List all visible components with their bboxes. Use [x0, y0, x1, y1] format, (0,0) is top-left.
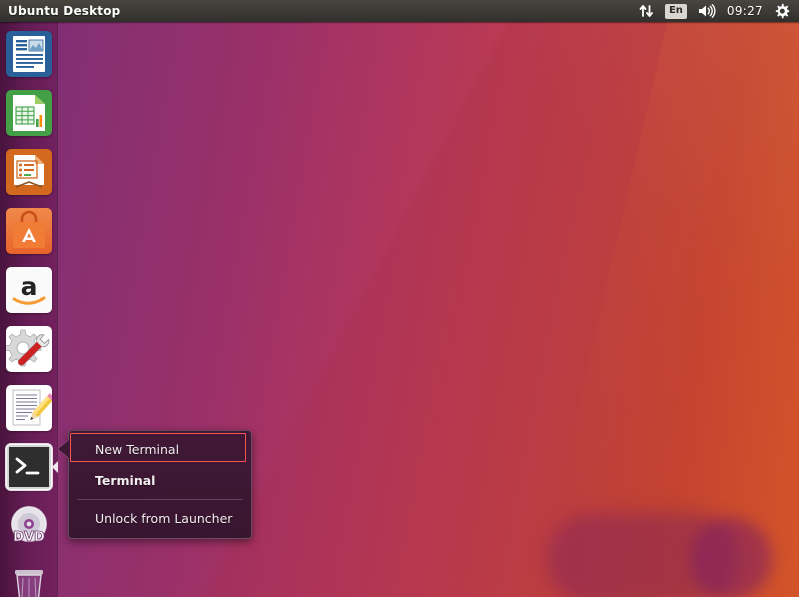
menu-item-unlock-from-launcher[interactable]: Unlock from Launcher [69, 503, 251, 534]
keyboard-layout-label: En [664, 3, 687, 19]
launcher-item-libreoffice-calc[interactable] [0, 83, 58, 142]
wallpaper-shape-circle [690, 518, 772, 597]
system-menu-icon[interactable] [774, 0, 790, 22]
terminal-quicklist-menu: New Terminal Terminal Unlock from Launch… [68, 430, 252, 539]
presentation-icon [6, 148, 52, 195]
panel-title: Ubuntu Desktop [8, 4, 121, 18]
launcher-item-dvd-drive[interactable]: DVD [0, 496, 58, 555]
gear-wrench-icon [6, 325, 52, 372]
dvd-disc-icon: DVD [6, 503, 52, 549]
launcher-item-text-editor[interactable] [0, 378, 58, 437]
launcher-item-trash[interactable] [0, 555, 58, 597]
launcher-item-libreoffice-impress[interactable] [0, 142, 58, 201]
menu-separator [77, 499, 243, 500]
quicklist-pointer-icon [58, 440, 69, 458]
keyboard-layout-icon[interactable]: En [664, 0, 687, 22]
launcher-item-terminal[interactable] [0, 437, 58, 496]
desktop-screen: Ubuntu Desktop En 09:27 a DVD New Termin… [0, 0, 799, 597]
terminal-icon [5, 442, 53, 491]
launcher-item-amazon[interactable]: a [0, 260, 58, 319]
indicator-area: En 09:27 [639, 0, 799, 22]
menu-item-terminal[interactable]: Terminal [69, 465, 251, 496]
trash-bin-icon [6, 562, 52, 597]
svg-text:DVD: DVD [13, 530, 45, 545]
top-panel: Ubuntu Desktop En 09:27 [0, 0, 799, 22]
launcher-item-system-settings[interactable] [0, 319, 58, 378]
notepad-pencil-icon [6, 384, 52, 431]
document-icon [6, 30, 52, 77]
volume-icon[interactable] [698, 0, 716, 22]
spreadsheet-icon [6, 89, 52, 136]
launcher-item-ubuntu-software[interactable] [0, 201, 58, 260]
network-icon[interactable] [639, 0, 654, 22]
clock[interactable]: 09:27 [727, 0, 763, 22]
svg-text:a: a [21, 272, 38, 301]
amazon-icon: a [6, 266, 52, 313]
software-bag-icon [6, 207, 52, 254]
unity-launcher: a DVD [0, 22, 58, 597]
menu-item-new-terminal[interactable]: New Terminal [69, 434, 251, 465]
launcher-item-libreoffice-writer[interactable] [0, 24, 58, 83]
launcher-active-arrow-icon [52, 460, 58, 473]
